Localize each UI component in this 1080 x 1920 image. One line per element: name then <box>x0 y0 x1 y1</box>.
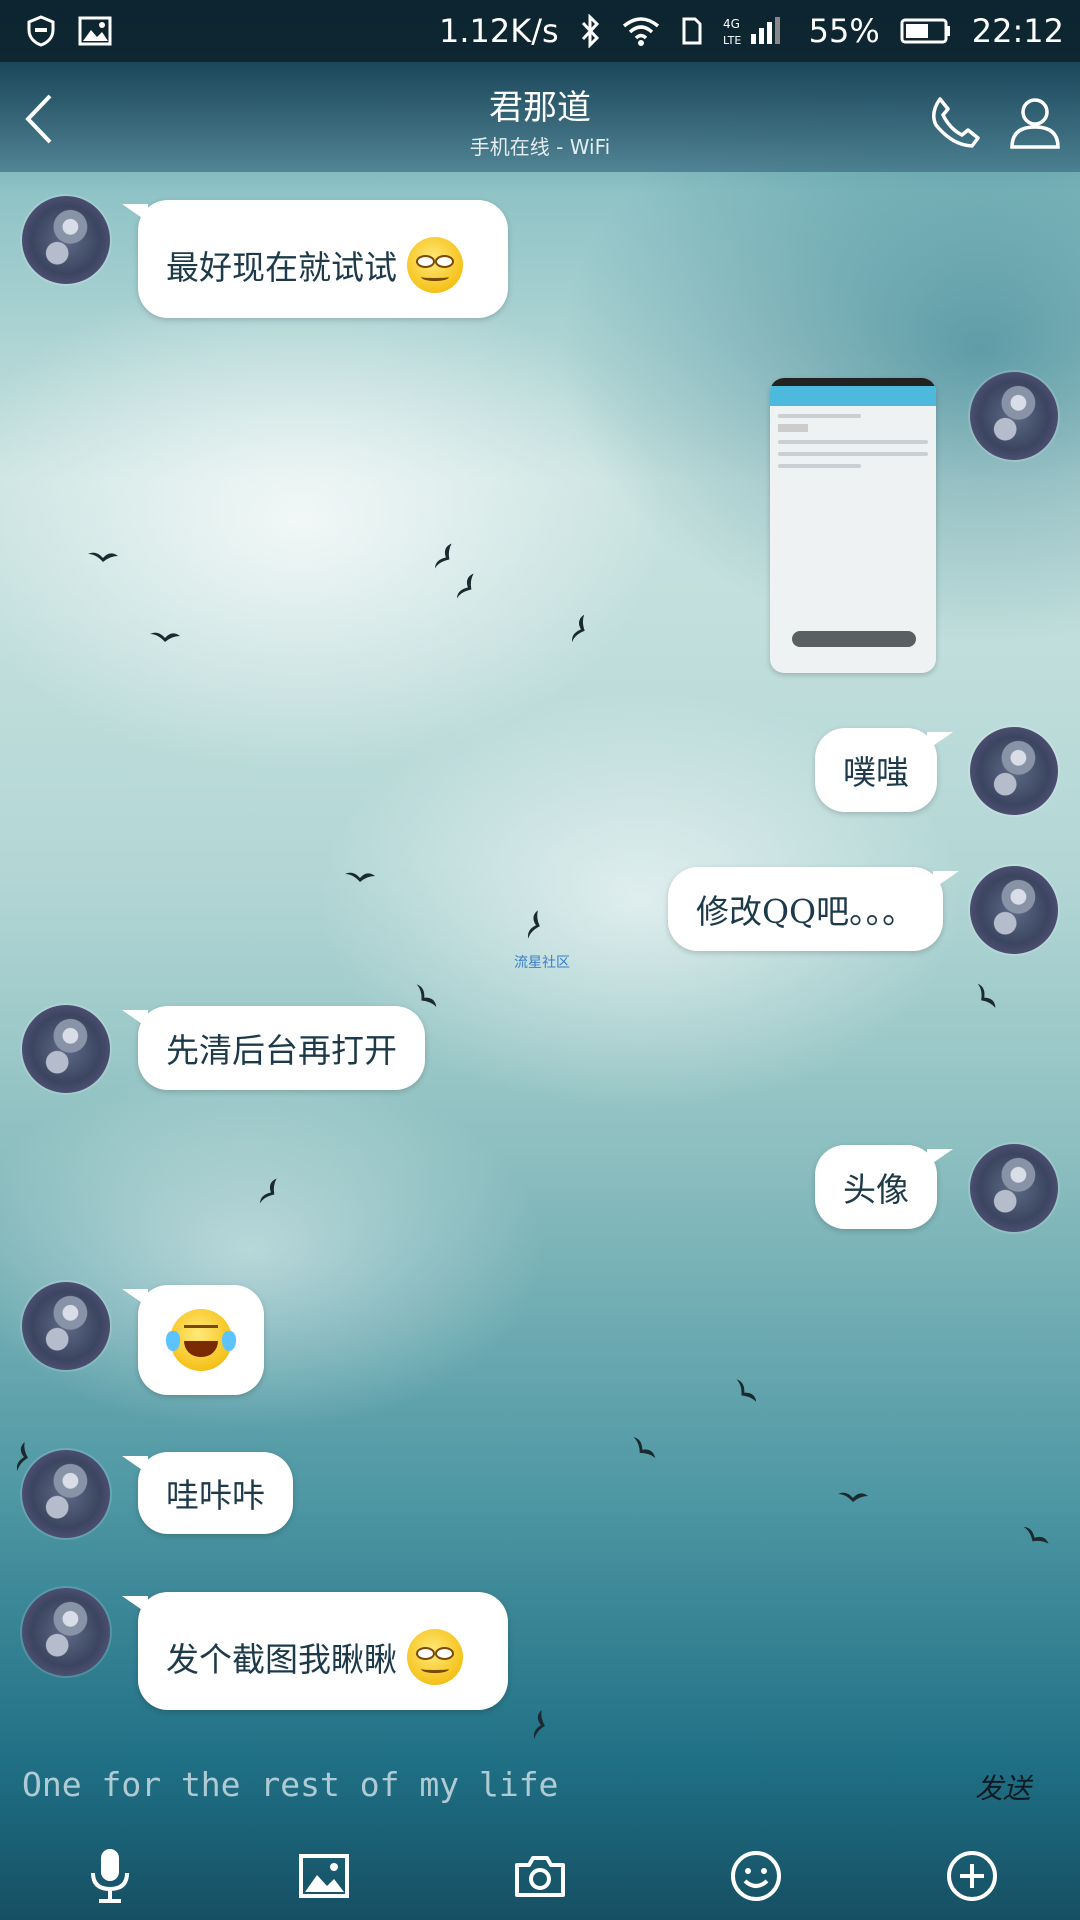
message-bubble[interactable] <box>122 1285 264 1395</box>
bird-decoration <box>416 984 437 1007</box>
message-input-area[interactable]: One for the rest of my life 发送 <box>0 1755 1080 1825</box>
chat-header: 君那道 手机在线 - WiFi <box>0 62 1080 172</box>
avatar[interactable] <box>970 372 1058 460</box>
wifi-icon <box>621 15 661 47</box>
camera-button[interactable] <box>508 1844 572 1908</box>
shield-icon <box>24 14 58 48</box>
emoji-icon <box>731 1851 781 1901</box>
avatar[interactable] <box>970 727 1058 815</box>
image-icon <box>78 16 112 46</box>
bird-decoration <box>150 632 180 642</box>
phone-icon <box>932 97 980 148</box>
bird-decoration <box>533 1710 545 1740</box>
avatar[interactable] <box>22 1282 110 1370</box>
laughing-emoji-icon <box>166 1309 236 1371</box>
message-bubble[interactable]: 噗嗤 <box>815 728 953 812</box>
image-icon <box>299 1854 349 1898</box>
bottom-toolbar <box>0 1840 1080 1920</box>
person-icon <box>1010 98 1060 149</box>
profile-button[interactable] <box>1005 92 1065 152</box>
chevron-left-icon <box>25 94 52 144</box>
clock: 22:12 <box>971 12 1064 50</box>
message-text: 噗嗤 <box>843 753 909 792</box>
bird-decoration <box>88 552 118 562</box>
online-status: 手机在线 - WiFi <box>469 135 611 159</box>
voice-button[interactable] <box>78 1844 142 1908</box>
message-text: 先清后台再打开 <box>166 1031 397 1070</box>
status-left <box>24 14 112 48</box>
more-button[interactable] <box>940 1844 1004 1908</box>
signal-icon: 4G LTE <box>723 14 789 48</box>
smirk-emoji-icon <box>407 237 463 293</box>
bird-decoration <box>345 872 375 882</box>
bird-decoration <box>259 1178 277 1204</box>
battery-percent: 55% <box>808 12 880 50</box>
plus-icon <box>947 1851 997 1901</box>
bird-decoration <box>736 1379 757 1402</box>
watermark: 流星社区 <box>514 955 570 971</box>
message-bubble[interactable]: 头像 <box>815 1145 953 1229</box>
avatar[interactable] <box>970 1144 1058 1232</box>
bird-decoration <box>527 910 540 939</box>
chat-title-block: 君那道 手机在线 - WiFi <box>340 80 740 160</box>
svg-text:4G: 4G <box>723 17 740 31</box>
bird-decoration <box>456 573 474 599</box>
svg-text:LTE: LTE <box>723 34 741 47</box>
message-text: 哇咔咔 <box>166 1476 265 1515</box>
camera-icon <box>515 1856 565 1897</box>
net-speed: 1.12K/s <box>438 12 559 50</box>
send-button[interactable]: 发送 <box>975 1767 1031 1807</box>
avatar[interactable] <box>22 1005 110 1093</box>
status-bar: 1.12K/s 4G LTE 55% 22:12 <box>0 0 1080 62</box>
message-bubble[interactable]: 哇咔咔 <box>122 1452 293 1534</box>
message-text: 最好现在就试试 <box>166 248 397 287</box>
back-button[interactable] <box>14 92 64 146</box>
contact-name: 君那道 <box>489 88 591 128</box>
avatar[interactable] <box>970 866 1058 954</box>
status-right: 1.12K/s 4G LTE 55% 22:12 <box>439 12 1064 50</box>
message-bubble[interactable]: 发个截图我瞅瞅 <box>122 1592 508 1710</box>
bird-decoration <box>434 543 452 569</box>
message-bubble[interactable]: 最好现在就试试 <box>122 200 508 318</box>
gallery-button[interactable] <box>292 1844 356 1908</box>
avatar[interactable] <box>22 1588 110 1676</box>
emoji-button[interactable] <box>724 1844 788 1908</box>
avatar[interactable] <box>22 196 110 284</box>
bird-decoration <box>571 614 585 643</box>
message-text: 发个截图我瞅瞅 <box>166 1640 397 1679</box>
message-bubble[interactable]: 先清后台再打开 <box>122 1006 425 1090</box>
bird-decoration <box>977 983 996 1008</box>
message-input[interactable]: One for the rest of my life <box>22 1765 558 1804</box>
bird-decoration <box>838 1492 868 1502</box>
image-message[interactable] <box>770 378 936 673</box>
sim-icon <box>681 16 703 46</box>
avatar[interactable] <box>22 1450 110 1538</box>
microphone-icon <box>91 1849 129 1903</box>
battery-icon <box>900 18 952 44</box>
bird-decoration <box>1023 1526 1049 1544</box>
bird-decoration <box>633 1437 656 1458</box>
bluetooth-icon <box>579 14 601 48</box>
message-text: 头像 <box>843 1170 909 1209</box>
smirk-emoji-icon <box>407 1629 463 1685</box>
message-bubble[interactable]: 修改QQ吧。。。 <box>668 867 960 951</box>
call-button[interactable] <box>925 92 985 152</box>
message-text: 修改QQ吧。。。 <box>696 892 916 931</box>
